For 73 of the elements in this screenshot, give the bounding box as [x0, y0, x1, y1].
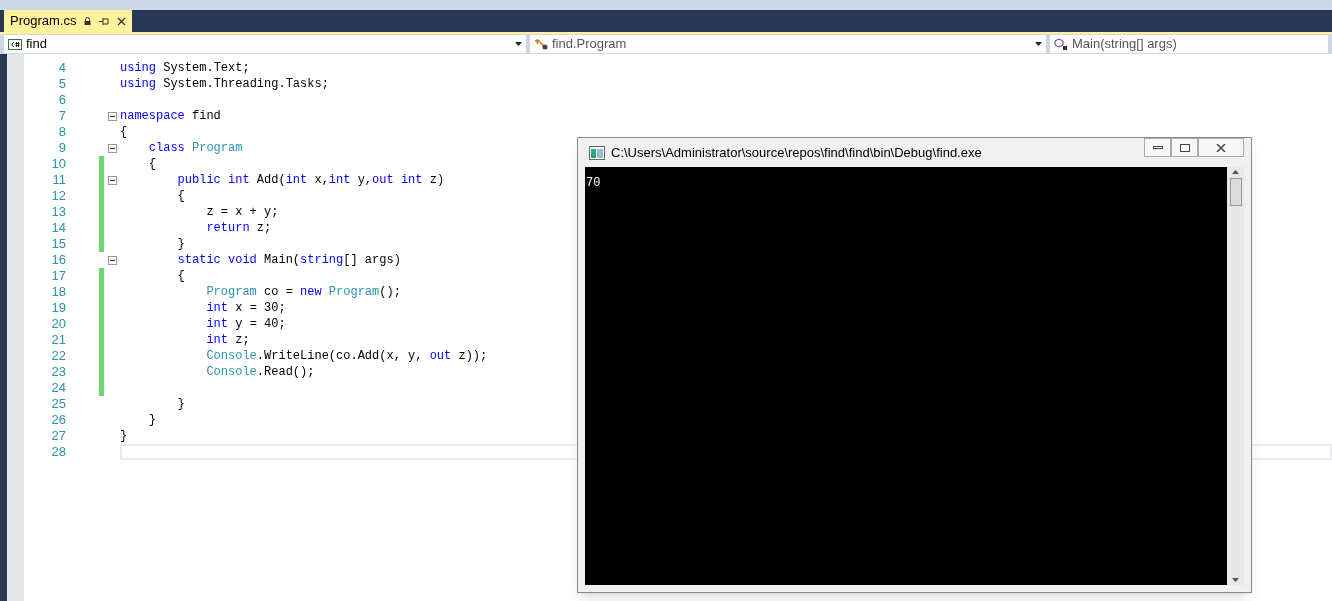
file-type-icon: [8, 38, 22, 50]
close-icon[interactable]: [117, 16, 127, 26]
line-number: 14: [51, 220, 66, 236]
vertical-scrollbar[interactable]: [1227, 167, 1244, 585]
line-number: 7: [58, 108, 66, 124]
line-number: 11: [52, 172, 66, 188]
code-line: }: [176, 396, 185, 412]
line-number: 4: [58, 60, 66, 76]
line-number: 24: [51, 380, 66, 396]
editor-tab[interactable]: Program.cs: [4, 10, 133, 32]
code-line: int z;: [205, 332, 250, 348]
member-dropdown[interactable]: Main(string[] args): [1050, 35, 1328, 53]
code-line: Console.WriteLine(co.Add(x, y, out z));: [205, 348, 488, 364]
code-line: }: [176, 236, 185, 252]
line-number: 13: [51, 204, 66, 220]
line-number: 23: [51, 364, 66, 380]
line-number: 8: [58, 124, 66, 140]
code-line: z = x + y;: [205, 204, 279, 220]
code-line: using System.Threading.Tasks;: [120, 76, 329, 92]
line-number: 17: [51, 268, 66, 284]
line-number: 9: [58, 140, 66, 156]
line-number: 19: [51, 300, 66, 316]
line-number: 18: [51, 284, 66, 300]
line-number: 6: [58, 92, 66, 108]
code-line: {: [176, 188, 185, 204]
collapse-icon[interactable]: [107, 111, 117, 121]
code-line: {: [176, 268, 185, 284]
lock-icon: [84, 17, 92, 25]
project-dropdown[interactable]: find: [4, 35, 526, 53]
line-number: 20: [51, 316, 66, 332]
code-line: Console.Read();: [205, 364, 315, 380]
line-number: 27: [51, 428, 66, 444]
collapse-icon[interactable]: [107, 175, 117, 185]
minimize-button[interactable]: [1144, 138, 1171, 157]
dropdown-arrow-icon: [515, 42, 522, 46]
code-line: Program co = new Program();: [205, 284, 401, 300]
line-number: 26: [51, 412, 66, 428]
code-line: static void Main(string[] args): [176, 252, 401, 268]
scroll-up-arrow-icon[interactable]: [1232, 170, 1239, 174]
line-number: 10: [51, 156, 66, 172]
scroll-thumb[interactable]: [1229, 178, 1242, 206]
code-line: }: [147, 412, 156, 428]
code-line: }: [120, 428, 128, 444]
code-line: using System.Text;: [120, 60, 250, 76]
close-icon: [1216, 143, 1226, 152]
line-number: 12: [51, 188, 66, 204]
console-title: C:\Users\Administrator\source\repos\find\find\bin\Debug\find.exe: [611, 143, 983, 162]
dropdown-arrow-icon: [1035, 42, 1042, 46]
line-number: 5: [58, 76, 66, 92]
type-dropdown[interactable]: find.Program: [530, 35, 1046, 53]
line-number: 22: [51, 348, 66, 364]
code-line: {: [147, 156, 156, 172]
code-line: int x = 30;: [205, 300, 286, 316]
code-line: int y = 40;: [205, 316, 286, 332]
method-icon: [1054, 37, 1068, 51]
code-line: {: [120, 124, 128, 140]
collapse-icon[interactable]: [107, 143, 117, 153]
class-icon: [534, 38, 548, 50]
console-app-icon: [589, 145, 605, 160]
pin-icon[interactable]: [99, 16, 110, 26]
line-number: 21: [51, 332, 66, 348]
scroll-down-arrow-icon[interactable]: [1232, 578, 1239, 582]
line-number: 25: [51, 396, 66, 412]
line-number: 28: [51, 444, 66, 460]
collapse-icon[interactable]: [107, 255, 117, 265]
code-line: return z;: [205, 220, 272, 236]
code-line: public int Add(int x,int y,out int z): [176, 172, 445, 188]
restore-button[interactable]: [1171, 138, 1198, 157]
code-line: class Program: [147, 140, 243, 156]
line-number: 16: [51, 252, 66, 268]
code-line: namespace find: [120, 108, 221, 124]
console-output: 70: [586, 176, 601, 190]
line-number: 15: [51, 236, 66, 252]
